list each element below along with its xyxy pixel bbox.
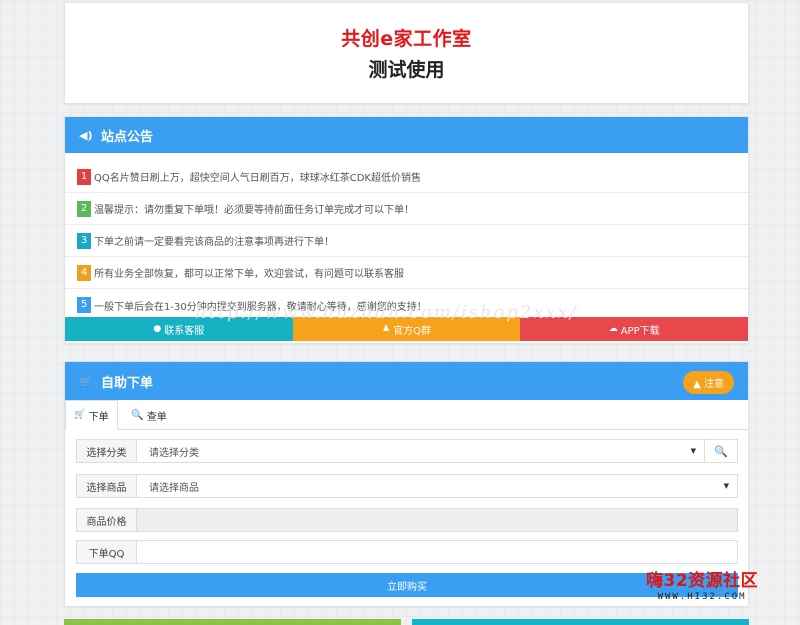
notice-item: 2 温馨提示：请勿重复下单哦！必须要等待前面任务订单完成才可以下单！ xyxy=(65,193,748,225)
order-header: 🛒 自助下单 ▲ 注意 xyxy=(65,362,748,400)
notice-text: 所有业务全部恢复，都可以正常下单，欢迎尝试，有问题可以联系客服 xyxy=(94,269,404,280)
tab-order[interactable]: 🛒 下单 xyxy=(65,400,118,430)
tab-query[interactable]: 🔍 查单 xyxy=(118,400,180,430)
cloud-download-icon: ☁ xyxy=(608,324,618,334)
group-icon: ♟ xyxy=(382,324,391,334)
product-select[interactable]: 请选择商品 ▼ xyxy=(137,475,737,497)
site-subtitle: 测试使用 xyxy=(368,59,445,81)
notice-number-badge: 1 xyxy=(77,168,91,185)
notice-item: 3 下单之前请一定要看完该商品的注意事项再进行下单！ xyxy=(65,225,748,257)
stamp-name: 嗨32资源社区 xyxy=(646,571,759,591)
qq-group-button[interactable]: ♟ 官方Q群 xyxy=(292,317,521,341)
stamp-url: WWW.HI32.COM xyxy=(657,592,747,602)
notice-item: 4 所有业务全部恢复，都可以正常下单，欢迎尝试，有问题可以联系客服 xyxy=(65,257,748,289)
cart-icon: 🛒 xyxy=(74,410,86,420)
price-row: 商品价格 xyxy=(76,508,738,532)
notice-button[interactable]: ▲ 注意 xyxy=(683,371,734,394)
qq-icon: ● xyxy=(153,324,162,334)
notice-list: 1 QQ名片赞日刷上万，超快空间人气日刷百万，球球冰红茶CDK超低价销售 2 温… xyxy=(65,153,748,321)
product-label: 选择商品 xyxy=(77,475,137,497)
price-field xyxy=(137,509,737,531)
notice-number-badge: 2 xyxy=(77,200,91,217)
site-stamp: 嗨32资源社区 WWW.HI32.COM xyxy=(646,566,758,602)
app-download-button[interactable]: ☁ APP下载 xyxy=(520,317,749,341)
notice-title: 站点公告 xyxy=(101,129,154,145)
notice-text: 下单之前请一定要看完该商品的注意事项再进行下单！ xyxy=(94,237,334,248)
category-label: 选择分类 xyxy=(77,440,137,462)
qq-label: 下单QQ xyxy=(77,541,137,563)
tab-query-label: 查单 xyxy=(146,411,167,423)
notice-panel: ◀) 站点公告 1 QQ名片赞日刷上万，超快空间人气日刷百万，球球冰红茶CDK超… xyxy=(64,116,749,344)
app-download-label: APP下载 xyxy=(620,325,660,337)
dropdown-arrow-icon: ▼ xyxy=(723,482,729,490)
cart-icon: 🛒 xyxy=(79,374,93,388)
notice-header: ◀) 站点公告 xyxy=(65,117,748,153)
bottom-panel-left xyxy=(64,619,401,625)
site-title: 共创e家工作室 xyxy=(341,28,472,50)
buy-now-button[interactable]: 立即购买 xyxy=(76,573,738,597)
notice-number-badge: 4 xyxy=(77,264,91,281)
category-select-value: 请选择分类 xyxy=(149,447,199,459)
qq-input[interactable] xyxy=(137,541,737,563)
order-title: 自助下单 xyxy=(101,375,154,391)
search-icon: 🔍 xyxy=(714,444,728,458)
site-header: 共创e家工作室 测试使用 xyxy=(64,2,749,104)
notice-text: 温馨提示：请勿重复下单哦！必须要等待前面任务订单完成才可以下单！ xyxy=(94,205,414,216)
search-icon: 🔍 xyxy=(131,409,144,421)
contact-service-button[interactable]: ● 联系客服 xyxy=(65,317,293,341)
warning-icon: ▲ xyxy=(693,379,701,390)
price-label: 商品价格 xyxy=(77,509,137,531)
notice-number-badge: 3 xyxy=(77,232,91,249)
qq-group-label: 官方Q群 xyxy=(393,325,431,337)
notice-item: 1 QQ名片赞日刷上万，超快空间人气日刷百万，球球冰红茶CDK超低价销售 xyxy=(65,161,748,193)
notice-number-badge: 5 xyxy=(77,297,91,313)
speaker-icon: ◀) xyxy=(79,128,93,142)
tab-order-label: 下单 xyxy=(88,411,109,423)
bottom-panel-right xyxy=(412,619,749,625)
quick-links: ● 联系客服 ♟ 官方Q群 ☁ APP下载 xyxy=(65,317,749,341)
category-row: 选择分类 请选择分类 ▼ 🔍 xyxy=(76,439,738,463)
contact-service-label: 联系客服 xyxy=(164,325,205,337)
order-tabs: 🛒 下单 🔍 查单 xyxy=(65,400,748,430)
product-row: 选择商品 请选择商品 ▼ xyxy=(76,474,738,498)
qq-row: 下单QQ xyxy=(76,540,738,564)
notice-text: 一般下单后会在1-30分钟内提交到服务器，敬请耐心等待，感谢您的支持！ xyxy=(94,301,427,313)
category-select[interactable]: 请选择分类 ▼ xyxy=(137,440,704,462)
dropdown-arrow-icon: ▼ xyxy=(690,447,696,455)
category-search-button[interactable]: 🔍 xyxy=(704,440,737,462)
product-select-value: 请选择商品 xyxy=(149,482,199,494)
notice-button-label: 注意 xyxy=(704,379,724,390)
notice-text: QQ名片赞日刷上万，超快空间人气日刷百万，球球冰红茶CDK超低价销售 xyxy=(94,173,421,184)
